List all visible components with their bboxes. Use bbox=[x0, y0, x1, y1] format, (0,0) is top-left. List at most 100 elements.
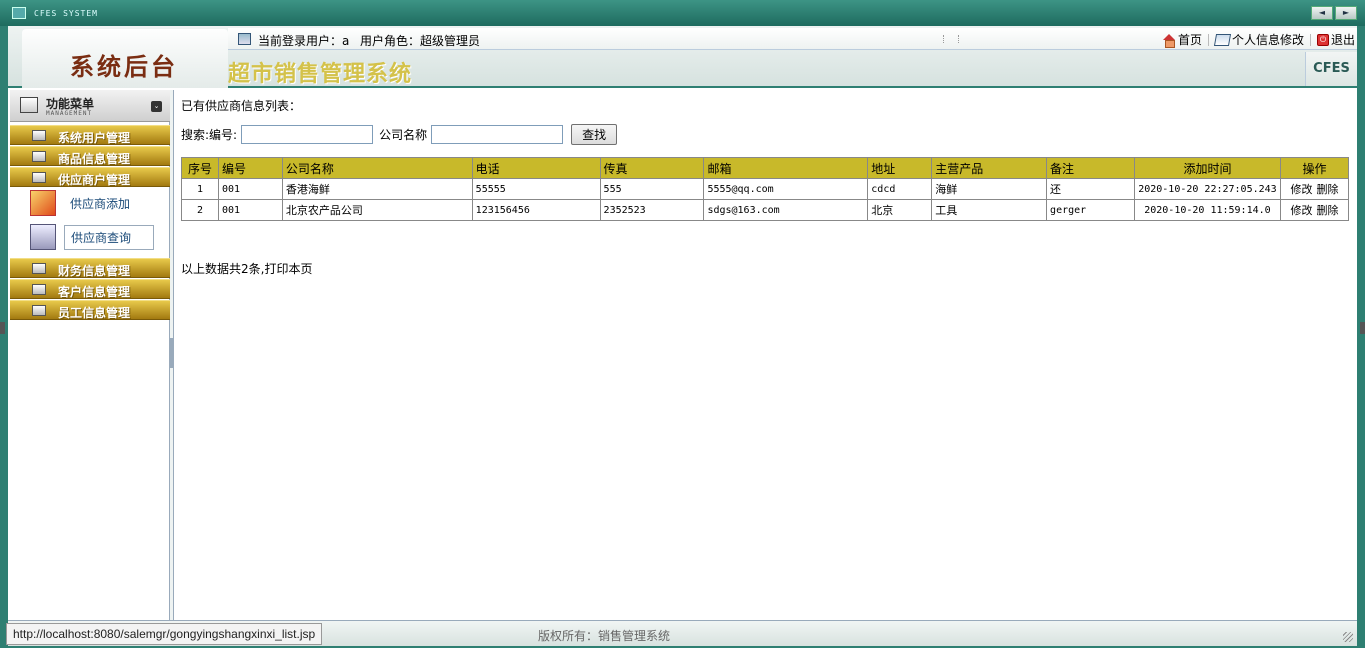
menu-subtitle: MANAGEMENT bbox=[46, 110, 93, 117]
menu-item-icon bbox=[32, 172, 46, 183]
cell-address: 北京 bbox=[867, 199, 933, 221]
cfes-badge: CFES bbox=[1305, 52, 1357, 86]
cell-phone: 123156456 bbox=[471, 199, 601, 221]
cell-actions: 修改 删除 bbox=[1279, 199, 1350, 221]
menu-group-suppliers[interactable]: 供应商户管理 bbox=[10, 167, 170, 187]
col-code: 编号 bbox=[217, 157, 283, 179]
main-frame: 系统后台 当前登录用户：a 用户角色：超级管理员 首页 个人信息修改 ⏻ 退出 … bbox=[6, 26, 1359, 646]
next-button[interactable]: ► bbox=[1335, 6, 1357, 20]
col-actions: 操作 bbox=[1279, 157, 1350, 179]
link-url-tooltip: http://localhost:8080/salemgr/gongyingsh… bbox=[6, 623, 323, 645]
menu-item-icon bbox=[32, 130, 46, 141]
menu-group-label: 商品信息管理 bbox=[58, 152, 131, 166]
col-phone: 电话 bbox=[471, 157, 601, 179]
company-name-input[interactable] bbox=[431, 125, 564, 144]
logo-tab: 系统后台 bbox=[22, 29, 228, 88]
current-user: 当前登录用户：a bbox=[258, 34, 350, 48]
prev-button[interactable]: ◄ bbox=[1311, 6, 1333, 20]
cell-product: 海鲜 bbox=[931, 178, 1048, 200]
menu-group-label: 财务信息管理 bbox=[58, 264, 131, 278]
collapse-icon[interactable]: ⌄ bbox=[151, 101, 162, 112]
menu-group-finance[interactable]: 财务信息管理 bbox=[10, 258, 170, 278]
cell-added: 2020-10-20 11:59:14.0 bbox=[1133, 199, 1281, 221]
menu-group-label: 员工信息管理 bbox=[58, 306, 131, 320]
menu-item-icon bbox=[32, 263, 46, 274]
search-button[interactable]: 查找 bbox=[571, 124, 618, 145]
menu-item-icon bbox=[32, 151, 46, 162]
col-address: 地址 bbox=[867, 157, 933, 179]
edit-link[interactable]: 修改 bbox=[1290, 183, 1312, 196]
search-code-label: 搜索:编号: bbox=[181, 128, 238, 142]
menu-group-label: 客户信息管理 bbox=[58, 285, 131, 299]
edit-profile-icon bbox=[1213, 33, 1232, 46]
cell-remark: gerger bbox=[1046, 199, 1135, 221]
table-header-row: 序号 编号 公司名称 电话 传真 邮箱 地址 主营产品 备注 添加时间 操作 bbox=[181, 157, 1350, 179]
cell-company: 香港海鲜 bbox=[281, 178, 473, 200]
col-company: 公司名称 bbox=[281, 157, 473, 179]
cell-company: 北京农产品公司 bbox=[281, 199, 473, 221]
window-titlebar: CFES SYSTEM ◄ ► bbox=[0, 0, 1365, 26]
cell-remark: 还 bbox=[1046, 178, 1135, 200]
list-heading: 已有供应商信息列表： bbox=[181, 99, 302, 113]
delete-link[interactable]: 删除 bbox=[1316, 204, 1338, 217]
sub-item-label: 供应商添加 bbox=[70, 196, 131, 211]
menu-group-system-users[interactable]: 系统用户管理 bbox=[10, 125, 170, 145]
logout-icon: ⏻ bbox=[1316, 33, 1329, 46]
system-title: 超市销售管理系统 bbox=[228, 61, 413, 87]
top-links: 首页 个人信息修改 ⏻ 退出 bbox=[1162, 31, 1355, 48]
table-row: 1 001 香港海鲜 55555 555 5555@qq.com cdcd 海鲜… bbox=[181, 178, 1350, 200]
cell-code: 001 bbox=[217, 199, 283, 221]
cell-added: 2020-10-20 22:27:05.243 bbox=[1133, 178, 1281, 200]
left-edge-handle[interactable] bbox=[0, 322, 5, 334]
cell-email: sdgs@163.com bbox=[703, 199, 869, 221]
sub-item-add-supplier[interactable]: 供应商添加 bbox=[30, 190, 160, 216]
cell-phone: 55555 bbox=[471, 178, 601, 200]
menu-group-employees[interactable]: 员工信息管理 bbox=[10, 300, 170, 320]
status-bar: http://localhost:8080/salemgr/gongyingsh… bbox=[6, 620, 1357, 646]
logout-link[interactable]: ⏻ 退出 bbox=[1316, 31, 1355, 48]
resize-grip-icon[interactable] bbox=[1343, 632, 1353, 642]
logo-text: 系统后台 bbox=[70, 52, 178, 81]
splitter-handle[interactable] bbox=[170, 338, 174, 368]
print-link[interactable]: 打印本页 bbox=[264, 262, 312, 276]
sub-item-query-supplier[interactable]: 供应商查询 bbox=[30, 224, 160, 250]
cell-fax: 555 bbox=[599, 178, 705, 200]
col-fax: 传真 bbox=[599, 157, 705, 179]
user-role: 用户角色：超级管理员 bbox=[360, 34, 481, 48]
menu-item-icon bbox=[32, 284, 46, 295]
add-supplier-icon bbox=[30, 190, 56, 216]
profile-link[interactable]: 个人信息修改 bbox=[1213, 31, 1304, 48]
home-link[interactable]: 首页 bbox=[1162, 31, 1202, 48]
sidebar-menu: 功能菜单 MANAGEMENT ⌄ 系统用户管理 商品信息管理 供应商户管理 供… bbox=[10, 90, 170, 620]
record-count: 以上数据共2条, bbox=[181, 262, 265, 276]
col-email: 邮箱 bbox=[703, 157, 869, 179]
record-count-note: 以上数据共2条,打印本页 bbox=[181, 260, 312, 277]
menu-group-products[interactable]: 商品信息管理 bbox=[10, 146, 170, 166]
home-link-label: 首页 bbox=[1177, 33, 1202, 47]
right-edge-handle[interactable] bbox=[1360, 322, 1365, 334]
monitor-icon bbox=[12, 7, 26, 19]
query-supplier-icon bbox=[30, 224, 56, 250]
delete-link[interactable]: 删除 bbox=[1316, 183, 1338, 196]
divider bbox=[1207, 33, 1209, 46]
col-seq: 序号 bbox=[181, 157, 219, 179]
menu-group-customers[interactable]: 客户信息管理 bbox=[10, 279, 170, 299]
code-input[interactable] bbox=[241, 125, 374, 144]
copyright: 版权所有：销售管理系统 bbox=[538, 629, 671, 643]
col-added: 添加时间 bbox=[1133, 157, 1281, 179]
window-nav-buttons: ◄ ► bbox=[1311, 6, 1357, 20]
search-form: 搜索:编号: 公司名称 查找 bbox=[181, 124, 618, 145]
content-area: 已有供应商信息列表： 搜索:编号: 公司名称 查找 序号 编号 公司名称 电话 … bbox=[178, 90, 1355, 620]
menu-group-label: 供应商户管理 bbox=[58, 173, 131, 187]
edit-link[interactable]: 修改 bbox=[1290, 204, 1312, 217]
cell-seq: 1 bbox=[181, 178, 219, 200]
col-product: 主营产品 bbox=[931, 157, 1048, 179]
header: 系统后台 当前登录用户：a 用户角色：超级管理员 首页 个人信息修改 ⏻ 退出 … bbox=[8, 26, 1357, 88]
grip-icon bbox=[943, 35, 959, 43]
table-row: 2 001 北京农产品公司 123156456 2352523 sdgs@163… bbox=[181, 199, 1350, 221]
logout-link-label: 退出 bbox=[1330, 33, 1355, 47]
menu-header: 功能菜单 MANAGEMENT ⌄ bbox=[10, 90, 170, 122]
company-name-label: 公司名称 bbox=[379, 128, 428, 142]
menu-item-icon bbox=[32, 305, 46, 316]
profile-link-label: 个人信息修改 bbox=[1231, 33, 1304, 47]
